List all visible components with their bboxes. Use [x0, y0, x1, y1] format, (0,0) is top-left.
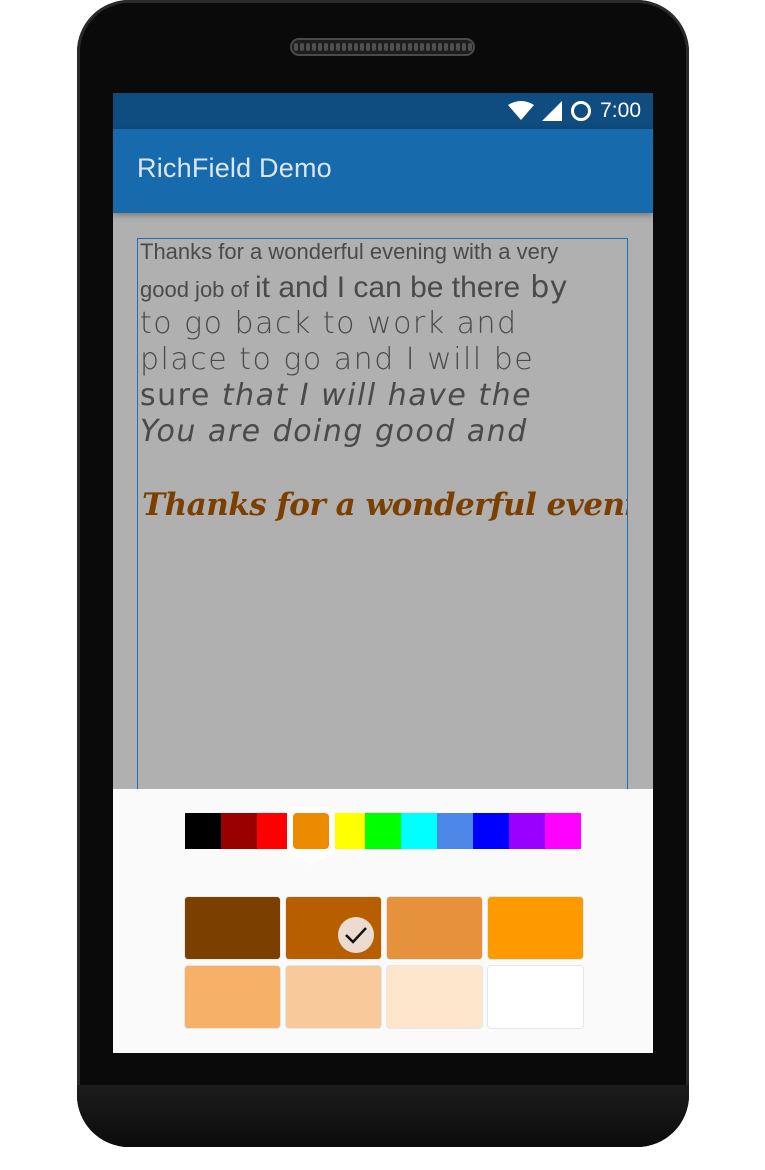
editor-line: Thanks for a wonderful evening with a ve… — [140, 239, 559, 264]
editor-text-run: it and I can be there — [254, 271, 521, 304]
app-title: RichField Demo — [137, 153, 332, 183]
editor-line: to go back to work and — [140, 306, 518, 341]
selected-swatch-indicator — [287, 807, 335, 865]
shade-swatch[interactable] — [185, 966, 280, 1028]
shade-swatch[interactable] — [488, 966, 583, 1028]
color-picker-panel — [113, 789, 653, 1053]
editor-line: good job of it and I can be there by — [140, 270, 568, 305]
primary-color-swatch[interactable] — [287, 807, 335, 865]
shade-swatch[interactable] — [185, 897, 280, 959]
primary-color-swatch[interactable] — [437, 813, 473, 849]
editor-line-colored: Thanks for a wonderful evening — [142, 487, 628, 523]
editor-text-run: good job of — [140, 277, 255, 302]
shade-swatch[interactable] — [387, 966, 482, 1028]
editor-text-run: by — [520, 270, 569, 305]
shade-color-grid — [185, 897, 583, 1028]
editor-line: sure that I will have the — [140, 378, 532, 413]
primary-color-swatch[interactable] — [545, 813, 581, 849]
status-time: 7:00 — [600, 99, 641, 122]
status-bar: 7:00 — [113, 93, 653, 129]
editor-line: place to go and I will be — [140, 342, 535, 377]
primary-color-swatch[interactable] — [509, 813, 545, 849]
device-screen: 7:00 RichField Demo Thanks for a wonderf… — [113, 93, 653, 1053]
app-bar: RichField Demo — [113, 129, 653, 213]
check-icon — [338, 917, 374, 953]
editor-text-run: sure — [140, 378, 222, 413]
editor-text-run-italic: that I will have the — [221, 378, 533, 413]
wifi-icon — [508, 101, 535, 120]
primary-color-row — [185, 807, 581, 865]
primary-color-swatch[interactable] — [401, 813, 437, 849]
primary-color-swatch[interactable] — [221, 813, 257, 849]
phone-chin — [77, 1085, 689, 1147]
cell-signal-icon — [542, 101, 563, 121]
primary-color-swatch[interactable] — [365, 813, 401, 849]
shade-swatch[interactable] — [286, 897, 381, 959]
shade-swatch[interactable] — [387, 897, 482, 959]
primary-color-swatch[interactable] — [473, 813, 509, 849]
editor-line: You are doing good and — [140, 414, 528, 449]
circle-icon — [571, 101, 592, 121]
rich-text-editor[interactable]: Thanks for a wonderful evening with a ve… — [137, 238, 628, 838]
shade-swatch[interactable] — [488, 897, 583, 959]
phone-speaker-grille — [290, 38, 475, 56]
shade-swatch[interactable] — [286, 966, 381, 1028]
primary-color-swatch[interactable] — [185, 813, 221, 849]
